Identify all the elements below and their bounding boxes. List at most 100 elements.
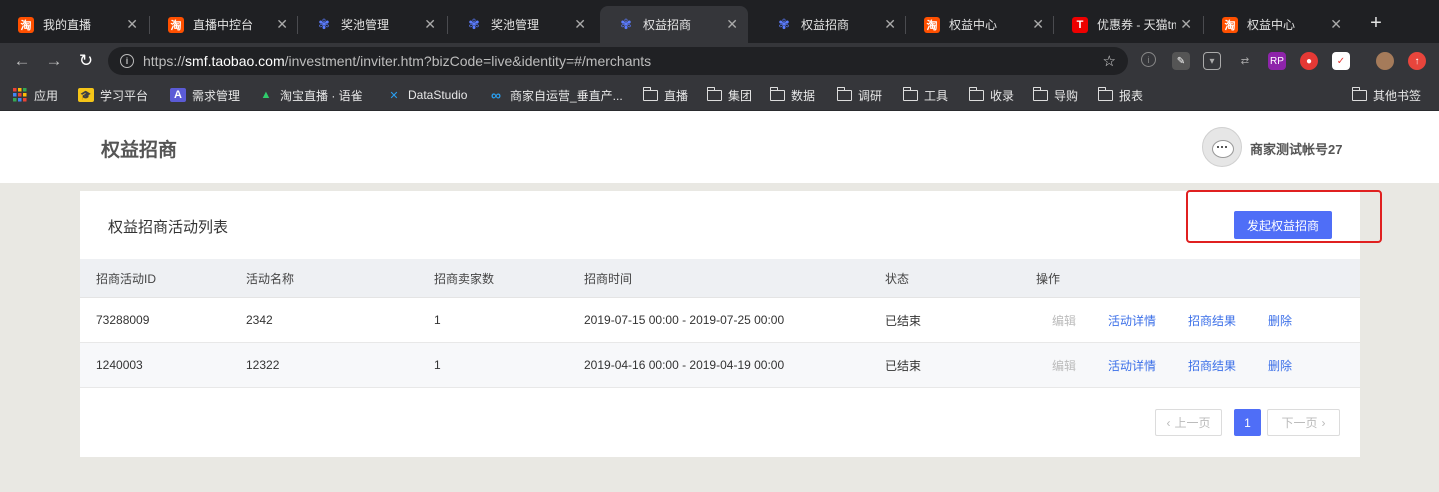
- activity-list-card: 权益招商活动列表 发起权益招商 招商活动ID 活动名称 招商卖家数 招商时间 状态 操作 …: [80, 190, 1382, 457]
- delete-link[interactable]: 删除: [1268, 343, 1292, 387]
- bookmark-item[interactable]: 工具: [902, 84, 949, 106]
- bookmark-label: 数据: [791, 88, 816, 103]
- bookmark-item[interactable]: 导购: [1032, 84, 1078, 106]
- bookmark-item[interactable]: 集团: [706, 84, 752, 106]
- close-icon[interactable]: ✕: [884, 16, 896, 33]
- bookmark-star-icon[interactable]: ☆: [1103, 52, 1116, 70]
- close-icon[interactable]: ✕: [574, 16, 586, 33]
- bookmark-item[interactable]: 报表: [1097, 84, 1144, 106]
- address-bar[interactable]: i https://smf.taobao.com/investment/invi…: [108, 47, 1128, 75]
- cell-id: 73288009: [96, 313, 150, 327]
- campaign-result-link[interactable]: 招商结果: [1188, 298, 1236, 342]
- forward-icon[interactable]: →: [44, 51, 64, 71]
- browser-tab[interactable]: 淘直播中控台 ✕: [150, 6, 298, 43]
- workflow-icon: ✾: [468, 16, 480, 32]
- apps-grid-icon: [12, 88, 28, 102]
- bookmark-item[interactable]: ✕ DataStudio: [386, 84, 467, 106]
- cell-sellers: 1: [434, 313, 441, 327]
- folder-icon: [1032, 86, 1048, 101]
- bookmark-item[interactable]: ▲ 淘宝直播 · 语雀: [258, 84, 363, 106]
- browser-tab[interactable]: T 优惠券 - 天猫tm ✕: [1054, 6, 1202, 43]
- tab-label: 奖池管理: [491, 18, 540, 32]
- bookmark-item[interactable]: 调研: [836, 84, 882, 106]
- tab-label: 权益中心: [1247, 18, 1296, 32]
- reload-icon[interactable]: ↻: [76, 51, 96, 71]
- close-icon[interactable]: ✕: [1180, 16, 1192, 33]
- datastudio-icon: ✕: [389, 89, 399, 102]
- other-bookmarks[interactable]: 其他书签: [1351, 84, 1421, 106]
- profile-avatar-icon[interactable]: [1376, 52, 1394, 70]
- folder-icon: [642, 86, 658, 101]
- page-title: 权益招商: [101, 140, 178, 161]
- cell-name: 12322: [246, 358, 280, 372]
- browser-tab[interactable]: 淘权益中心 ✕: [906, 6, 1054, 43]
- browser-tab[interactable]: ✾ 奖池管理 ✕: [298, 6, 446, 43]
- delete-link[interactable]: 删除: [1268, 298, 1292, 342]
- bookmarks-bar: 应用 🎓 学习平台 A 需求管理 ▲ 淘宝直播 · 语雀 ✕ DataStudio ∞ 商家自运营_…: [0, 79, 1439, 111]
- browser-tab[interactable]: 淘我的直播 ✕: [0, 6, 148, 43]
- url-prefix: https://: [143, 53, 186, 69]
- activity-detail-link[interactable]: 活动详情: [1108, 298, 1156, 342]
- close-icon[interactable]: ✕: [1032, 16, 1044, 33]
- browser-toolbar: ← → ↻ i https://smf.taobao.com/investmen…: [0, 43, 1439, 79]
- bookmark-item[interactable]: 直播: [642, 84, 688, 106]
- campaign-result-link[interactable]: 招商结果: [1188, 343, 1236, 387]
- bookmark-item[interactable]: 数据: [769, 84, 816, 106]
- taobao-icon: 淘: [1222, 16, 1238, 33]
- bookmark-item[interactable]: 🎓 学习平台: [78, 84, 148, 106]
- browser-tab[interactable]: ✾ 奖池管理 ✕: [448, 6, 596, 43]
- close-icon[interactable]: ✕: [126, 16, 138, 33]
- activity-detail-link[interactable]: 活动详情: [1108, 343, 1156, 387]
- new-tab-button[interactable]: +: [1366, 12, 1386, 35]
- extension-pen-icon[interactable]: ✎: [1172, 52, 1190, 70]
- cell-time: 2019-07-15 00:00 - 2019-07-25 00:00: [584, 313, 785, 327]
- infinity-icon: ∞: [491, 87, 501, 103]
- yuque-icon: ▲: [260, 89, 272, 101]
- bookmark-label: 报表: [1119, 88, 1144, 103]
- browser-tab[interactable]: ✾ 权益招商 ✕: [600, 6, 748, 43]
- bookmark-label: 收录: [990, 88, 1015, 103]
- create-campaign-button[interactable]: 发起权益招商: [1234, 211, 1332, 239]
- prev-page-button[interactable]: ‹ 上一页: [1155, 409, 1222, 436]
- bookmark-label: 工具: [924, 88, 949, 103]
- extension-arrows-icon[interactable]: ⇄: [1236, 52, 1254, 70]
- bookmark-label: 需求管理: [192, 88, 241, 103]
- avatar[interactable]: [1202, 127, 1242, 167]
- update-icon[interactable]: ↑: [1408, 52, 1426, 70]
- extension-check-icon[interactable]: ✓: [1332, 52, 1350, 70]
- close-icon[interactable]: ✕: [726, 16, 738, 33]
- taobao-icon: 淘: [18, 16, 34, 33]
- folder-icon: [836, 86, 852, 101]
- close-icon[interactable]: ✕: [424, 16, 436, 33]
- cell-time: 2019-04-16 00:00 - 2019-04-19 00:00: [584, 358, 785, 372]
- url-domain: smf.taobao.com: [185, 53, 285, 69]
- bookmark-item[interactable]: 应用: [12, 84, 58, 106]
- browser-tab[interactable]: 淘权益中心 ✕: [1204, 6, 1352, 43]
- tab-label: 奖池管理: [341, 18, 390, 32]
- tab-label: 优惠券 - 天猫tm: [1097, 18, 1177, 32]
- tab-label: 直播中控台: [193, 18, 254, 32]
- bookmark-item[interactable]: ∞ 商家自运营_垂直产...: [488, 84, 623, 106]
- close-icon[interactable]: ✕: [276, 16, 288, 33]
- site-info-icon[interactable]: i: [120, 54, 134, 68]
- close-icon[interactable]: ✕: [1330, 16, 1342, 33]
- next-page-button[interactable]: 下一页 ›: [1267, 409, 1340, 436]
- column-header: 招商时间: [584, 271, 633, 286]
- tab-label: 权益招商: [801, 18, 850, 32]
- back-icon[interactable]: ←: [12, 51, 32, 71]
- account-name[interactable]: 商家测试帐号27: [1250, 139, 1342, 158]
- pocket-icon[interactable]: ▾: [1203, 52, 1221, 70]
- page-header: 权益招商 商家测试帐号27: [0, 111, 1439, 183]
- activity-table: 招商活动ID 活动名称 招商卖家数 招商时间 状态 操作 73288009 2342 1 201…: [80, 259, 1360, 388]
- bookmark-item[interactable]: A 需求管理: [170, 84, 240, 106]
- page-1-button[interactable]: 1: [1234, 409, 1261, 436]
- url-path: /investment/inviter.htm?bizCode=live&ide…: [284, 53, 652, 69]
- cell-sellers: 1: [434, 358, 441, 372]
- cell-status: 已结束: [885, 313, 922, 328]
- extension-red-icon[interactable]: ●: [1300, 52, 1318, 70]
- bookmark-item[interactable]: 收录: [968, 84, 1015, 106]
- extension-info-icon[interactable]: i: [1141, 52, 1156, 67]
- cell-status: 已结束: [885, 358, 922, 373]
- extension-rp-icon[interactable]: RP: [1268, 52, 1286, 70]
- browser-tab[interactable]: ✾ 权益招商 ✕: [758, 6, 906, 43]
